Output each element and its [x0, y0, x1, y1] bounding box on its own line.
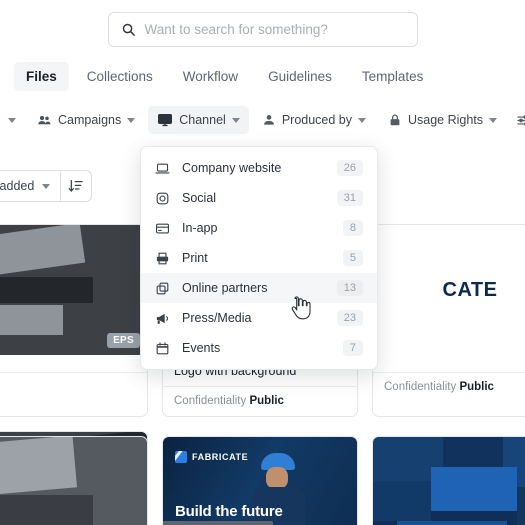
- menu-item-company-website[interactable]: Company website 26: [141, 153, 377, 183]
- filter-produced-by-label: Produced by: [281, 113, 352, 127]
- banner-card[interactable]: [372, 436, 525, 525]
- card-title: [373, 355, 525, 373]
- menu-item-label: Company website: [182, 161, 282, 175]
- filter-usage-rights-label: Usage Rights: [408, 113, 484, 127]
- card-thumbnail: CATE EPS: [373, 225, 525, 355]
- file-format-badge: EPS: [107, 333, 140, 348]
- menu-item-label: Press/Media: [182, 311, 252, 325]
- chevron-down-icon: [358, 117, 366, 123]
- calendar-icon: [155, 341, 170, 356]
- tab-workflow[interactable]: Workflow: [171, 62, 250, 91]
- copy-icon: [155, 281, 170, 296]
- menu-item-press-media[interactable]: Press/Media 23: [141, 303, 377, 333]
- card-icon: [155, 221, 170, 236]
- sort-descending-icon: [68, 178, 84, 194]
- people-icon: [37, 113, 52, 128]
- instagram-icon: [155, 191, 170, 206]
- card-meta-label: Confidentiality: [174, 395, 247, 407]
- filter-advanced[interactable]: Ad: [510, 107, 525, 134]
- menu-item-count: 5: [342, 250, 363, 266]
- menu-item-events[interactable]: Events 7: [141, 333, 377, 363]
- brand-wordmark: CATE: [442, 278, 498, 301]
- chevron-down-icon: [231, 117, 240, 123]
- search-icon: [121, 22, 136, 37]
- chevron-down-icon: [42, 183, 51, 189]
- person-icon: [262, 113, 276, 127]
- menu-item-label: Print: [182, 251, 208, 265]
- menu-item-label: In-app: [182, 221, 218, 235]
- file-card[interactable]: EPS: [0, 224, 148, 417]
- menu-item-print[interactable]: Print 5: [141, 243, 377, 273]
- menu-item-label: Social: [182, 191, 217, 205]
- search-input[interactable]: Want to search for something?: [107, 12, 418, 47]
- menu-item-count: 8: [342, 220, 363, 236]
- menu-item-label: Online partners: [182, 281, 268, 295]
- filter-produced-by[interactable]: Produced by: [253, 107, 375, 133]
- megaphone-icon: [155, 311, 170, 326]
- chevron-down-icon-overflow[interactable]: [8, 117, 16, 123]
- brand-logo: FABRICATE: [175, 451, 248, 463]
- menu-item-social[interactable]: Social 31: [141, 183, 377, 213]
- card-meta: Confidentiality Public: [163, 387, 357, 416]
- card-meta-value: Public: [459, 381, 494, 393]
- search-row: Want to search for something?: [0, 12, 525, 47]
- brand-wordmark: FABRICATE: [192, 452, 249, 462]
- card-meta: Confidentiality Public: [373, 373, 525, 402]
- card-meta-label: Confidentiality: [384, 381, 457, 393]
- filter-usage-rights[interactable]: Usage Rights: [379, 107, 506, 133]
- menu-item-count: 23: [336, 310, 363, 326]
- face-shape: [266, 467, 288, 489]
- tab-bar: Files Collections Workflow Guidelines Te…: [14, 62, 435, 91]
- chevron-down-icon: [127, 117, 136, 123]
- card-meta-value: Public: [249, 395, 284, 407]
- banner-headline: Build the future: [175, 503, 283, 520]
- search-placeholder: Want to search for something?: [144, 22, 328, 37]
- sort-direction-button[interactable]: [60, 170, 93, 202]
- lock-icon: [388, 113, 402, 127]
- printer-icon: [155, 251, 170, 266]
- tab-guidelines[interactable]: Guidelines: [256, 62, 344, 91]
- menu-item-count: 7: [342, 340, 363, 356]
- channel-dropdown-menu: Company website 26 Social 31 In-app 8 Pr…: [140, 146, 378, 370]
- filter-campaigns[interactable]: Campaigns: [28, 107, 144, 134]
- banner-card[interactable]: FABRICATE Build the future: [162, 436, 358, 525]
- card-title: [0, 355, 147, 373]
- file-card[interactable]: CATE EPS Confidentiality Public: [372, 224, 525, 417]
- card-meta: [0, 373, 147, 390]
- sort-select[interactable]: by Date added: [0, 170, 61, 202]
- app-root: Want to search for something? Files Coll…: [0, 0, 525, 525]
- sort-select-label: by Date added: [0, 179, 35, 193]
- fabricate-mark-icon: [175, 451, 187, 463]
- tab-templates[interactable]: Templates: [350, 62, 436, 91]
- tab-collections[interactable]: Collections: [75, 62, 165, 91]
- filter-channel-label: Channel: [179, 113, 226, 127]
- filter-campaigns-label: Campaigns: [58, 113, 122, 127]
- sort-row: by Date added: [0, 170, 93, 202]
- chevron-down-icon: [489, 117, 498, 123]
- card-thumbnail: EPS: [0, 225, 147, 355]
- laptop-icon: [155, 161, 170, 176]
- filter-bar: Campaigns Channel Produced by Usage Righ…: [0, 104, 525, 136]
- menu-item-label: Events: [182, 341, 221, 355]
- menu-item-count: 31: [336, 190, 363, 206]
- pipe-shape: [163, 521, 273, 525]
- tab-files[interactable]: Files: [14, 62, 69, 91]
- sliders-icon: [516, 113, 525, 128]
- menu-item-count: 13: [336, 280, 363, 296]
- monitor-icon: [157, 112, 173, 128]
- banner-card[interactable]: [0, 436, 148, 525]
- menu-item-count: 26: [336, 160, 363, 176]
- menu-item-in-app[interactable]: In-app 8: [141, 213, 377, 243]
- filter-channel[interactable]: Channel: [148, 106, 249, 134]
- banner-row: FABRICATE Build the future: [0, 436, 525, 525]
- menu-item-online-partners[interactable]: Online partners 13: [141, 273, 377, 303]
